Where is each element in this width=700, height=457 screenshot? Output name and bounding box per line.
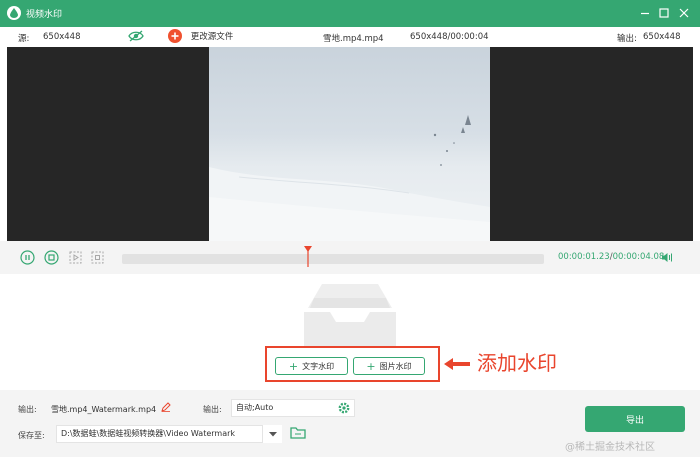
snow-scene-image — [209, 115, 490, 241]
app-logo-icon — [7, 6, 21, 20]
settings-gear-icon[interactable] — [338, 402, 350, 417]
preview-eye-icon[interactable] — [128, 30, 144, 45]
timeline-track[interactable] — [122, 254, 544, 264]
save-path-label: 保存至: — [18, 431, 45, 440]
file-details: 650x448/00:00:04 — [410, 32, 489, 42]
add-image-watermark-button[interactable]: + 图片水印 — [353, 357, 425, 375]
stop-button[interactable] — [44, 250, 59, 265]
chevron-down-icon — [269, 432, 277, 437]
time-display: 00:00:01.23/00:00:04.08 — [558, 252, 664, 262]
format-value: 自动;Auto — [236, 403, 274, 412]
add-text-watermark-label: 文字水印 — [302, 361, 335, 371]
change-source-label: 更改源文件 — [190, 32, 234, 42]
source-info-bar: 源: 650x448 更改源文件 雪地.mp4.mp4 650x448/00:0… — [0, 27, 700, 47]
folder-icon[interactable] — [290, 426, 306, 442]
format-label: 输出: — [203, 405, 222, 414]
window-title: 视频水印 — [26, 10, 63, 20]
current-time: 00:00:01.23 — [558, 252, 610, 262]
minimize-icon[interactable] — [638, 6, 652, 20]
video-preview — [7, 47, 693, 241]
site-watermark: @稀土掘金技术社区 — [565, 442, 655, 453]
add-text-watermark-button[interactable]: + 文字水印 — [275, 357, 348, 375]
output-resolution: 650x448 — [643, 32, 681, 42]
volume-icon[interactable] — [661, 251, 674, 264]
empty-tray-icon — [300, 282, 400, 350]
title-bar: 视频水印 — [0, 0, 700, 27]
file-name: 雪地.mp4.mp4 — [323, 34, 384, 44]
maximize-icon[interactable] — [657, 6, 671, 20]
source-resolution: 650x448 — [43, 32, 81, 42]
next-frame-icon[interactable] — [68, 250, 83, 265]
plus-icon: + — [366, 359, 376, 373]
total-time: 00:00:04.08 — [612, 252, 665, 262]
plus-icon: + — [288, 359, 299, 373]
save-path-value: D:\数据蛙\数据蛙视频转换器\Video Watermark — [61, 429, 236, 438]
pause-button[interactable] — [20, 250, 35, 265]
output-name-label: 输出: — [18, 405, 37, 414]
playhead-marker[interactable] — [303, 246, 313, 267]
add-image-watermark-label: 图片水印 — [379, 361, 412, 371]
output-name-value: 雪地.mp4_Watermark.mp4 — [51, 405, 157, 414]
add-watermark-callout: 添加水印 — [477, 351, 557, 375]
arrow-left-icon — [444, 358, 472, 370]
add-circle-icon — [168, 29, 182, 43]
format-select[interactable]: 自动;Auto — [231, 399, 355, 417]
close-icon[interactable] — [677, 6, 691, 20]
change-source-button[interactable]: 更改源文件 — [168, 29, 233, 43]
export-button[interactable]: 导出 — [585, 406, 685, 432]
save-path-dropdown[interactable] — [262, 425, 282, 443]
video-frame — [209, 47, 490, 241]
save-path-field[interactable]: D:\数据蛙\数据蛙视频转换器\Video Watermark — [56, 425, 282, 443]
playback-controls: 00:00:01.23/00:00:04.08 — [0, 241, 700, 274]
fullscreen-icon[interactable] — [90, 250, 105, 265]
source-label: 源: — [18, 34, 30, 44]
edit-name-icon[interactable] — [161, 402, 171, 415]
output-label: 输出: — [617, 34, 637, 44]
output-settings: 输出: 雪地.mp4_Watermark.mp4 输出: 自动;Auto 保存至… — [0, 390, 700, 457]
